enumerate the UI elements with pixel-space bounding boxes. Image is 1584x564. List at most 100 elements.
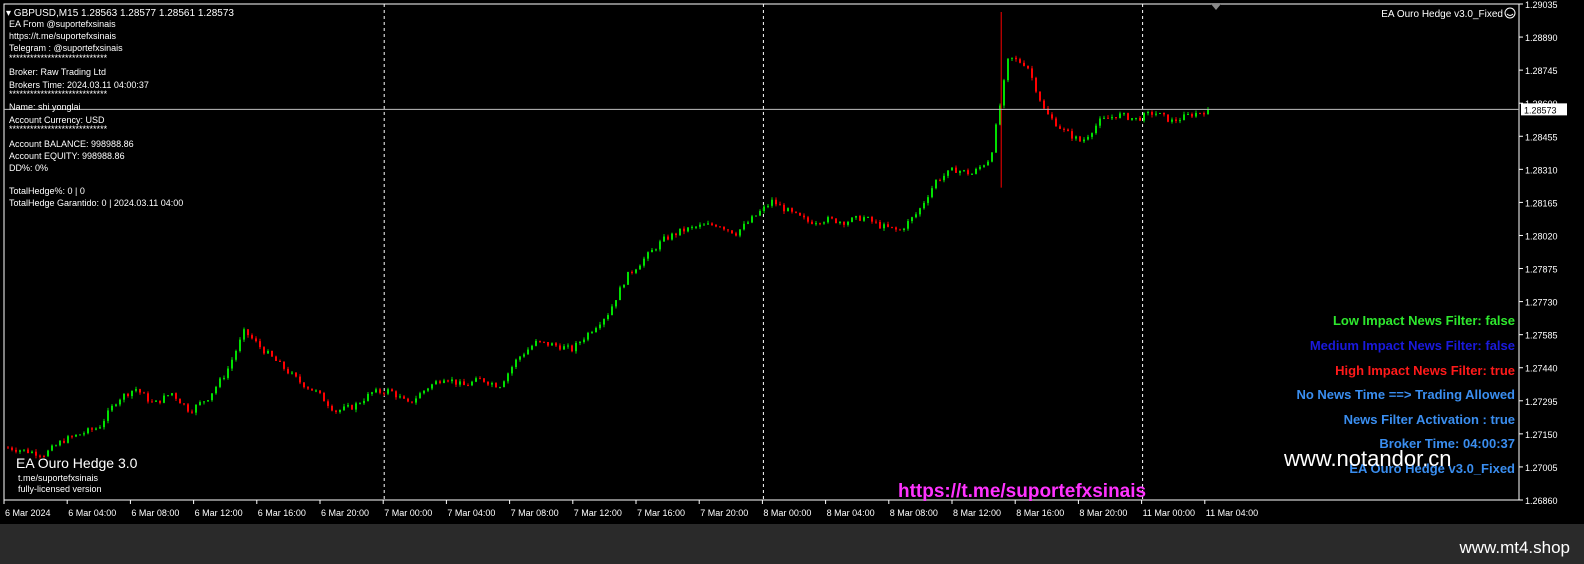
candle-body <box>259 341 261 348</box>
candle-body <box>27 449 29 454</box>
y-tick-label: 1.27150 <box>1525 430 1558 440</box>
candle-body <box>443 380 445 383</box>
candle-body <box>243 329 245 340</box>
candle-body <box>783 204 785 212</box>
candle-body <box>111 405 113 411</box>
candle-body <box>291 372 293 374</box>
news-filter-line: Medium Impact News Filter: false <box>1310 338 1515 353</box>
candle-body <box>63 440 65 443</box>
candle-body <box>791 208 793 212</box>
candle-body <box>227 368 229 378</box>
candle-body <box>743 223 745 230</box>
candle-body <box>331 405 333 411</box>
candle-body <box>923 202 925 209</box>
candle-body <box>195 404 197 413</box>
candle-body <box>207 400 209 402</box>
candle-body <box>99 427 101 429</box>
telegram-watermark[interactable]: https://t.me/suportefxsinais <box>898 481 1146 502</box>
candle-body <box>819 223 821 225</box>
candle-body <box>1139 117 1141 121</box>
candle-body <box>215 386 217 394</box>
candle-body <box>1199 112 1201 114</box>
candle-body <box>1103 117 1105 119</box>
y-tick-label: 1.27875 <box>1525 265 1558 275</box>
candle-body <box>75 434 77 437</box>
candle-body <box>303 382 305 388</box>
candle-body <box>919 208 921 215</box>
candle-body <box>915 214 917 218</box>
candle-body <box>867 216 869 218</box>
info-line: Account BALANCE: 998988.86 <box>9 139 134 149</box>
ea-name-top: EA Ouro Hedge v3.0_Fixed <box>1381 9 1503 20</box>
candle-body <box>451 379 453 382</box>
candle-body <box>115 404 117 406</box>
candle-body <box>1127 113 1129 120</box>
candle-body <box>127 393 129 397</box>
candle-body <box>515 359 517 368</box>
candle-body <box>619 287 621 301</box>
candle-body <box>627 271 629 285</box>
y-tick-label: 1.27730 <box>1525 298 1558 308</box>
candle-body <box>775 199 777 205</box>
candle-body <box>283 361 285 369</box>
candle-body <box>355 403 357 410</box>
candle-body <box>327 401 329 406</box>
candle-body <box>287 368 289 374</box>
candle-body <box>855 215 857 218</box>
candle-body <box>91 428 93 430</box>
candle-body <box>847 221 849 225</box>
candle-body <box>863 217 865 221</box>
candle-body <box>547 342 549 346</box>
candle-body <box>651 249 653 253</box>
candle-body <box>1147 112 1149 114</box>
candle-body <box>835 218 837 224</box>
candle-body <box>507 373 509 382</box>
candle-body <box>415 398 417 403</box>
candle-body <box>571 345 573 352</box>
candle-body <box>231 359 233 369</box>
candle-body <box>323 392 325 402</box>
candle-body <box>907 221 909 229</box>
candle-body <box>695 226 697 228</box>
x-tick-label: 7 Mar 04:00 <box>447 508 495 518</box>
news-filter-line: Low Impact News Filter: false <box>1333 313 1515 328</box>
candle-body <box>467 385 469 387</box>
x-tick-label: 8 Mar 04:00 <box>827 508 875 518</box>
candle-body <box>799 212 801 216</box>
candle-body <box>255 338 257 342</box>
candle-body <box>691 226 693 228</box>
candle-body <box>15 449 17 452</box>
x-tick-label: 7 Mar 16:00 <box>637 508 685 518</box>
info-line: DD%: 0% <box>9 163 48 173</box>
candle-body <box>947 170 949 176</box>
candle-body <box>343 406 345 410</box>
y-tick-label: 1.26860 <box>1525 496 1558 506</box>
candle-body <box>315 390 317 392</box>
candle-body <box>1091 133 1093 137</box>
candle-body <box>307 387 309 389</box>
candle-body <box>1183 114 1185 121</box>
candle-body <box>275 356 277 361</box>
candle-body <box>887 224 889 227</box>
candle-body <box>1099 118 1101 126</box>
candle-body <box>31 451 33 454</box>
candle-body <box>135 389 137 391</box>
candle-body <box>1043 100 1045 109</box>
x-tick-label: 7 Mar 08:00 <box>511 508 559 518</box>
candle-body <box>1095 125 1097 134</box>
x-tick-label: 7 Mar 00:00 <box>384 508 432 518</box>
candle-body <box>595 328 597 333</box>
candle-body <box>939 179 941 181</box>
candle-body <box>83 433 85 435</box>
candle-body <box>747 222 749 224</box>
candle-body <box>351 405 353 410</box>
candle-body <box>299 376 301 383</box>
candle-body <box>1007 58 1009 81</box>
candle-body <box>723 226 725 230</box>
price-chart[interactable]: 1.290351.288901.287451.286001.284551.283… <box>0 0 1584 564</box>
candle-body <box>623 284 625 288</box>
candle-body <box>163 395 165 403</box>
candle-body <box>51 445 53 451</box>
candle-body <box>987 161 989 166</box>
candle-body <box>1151 112 1153 115</box>
